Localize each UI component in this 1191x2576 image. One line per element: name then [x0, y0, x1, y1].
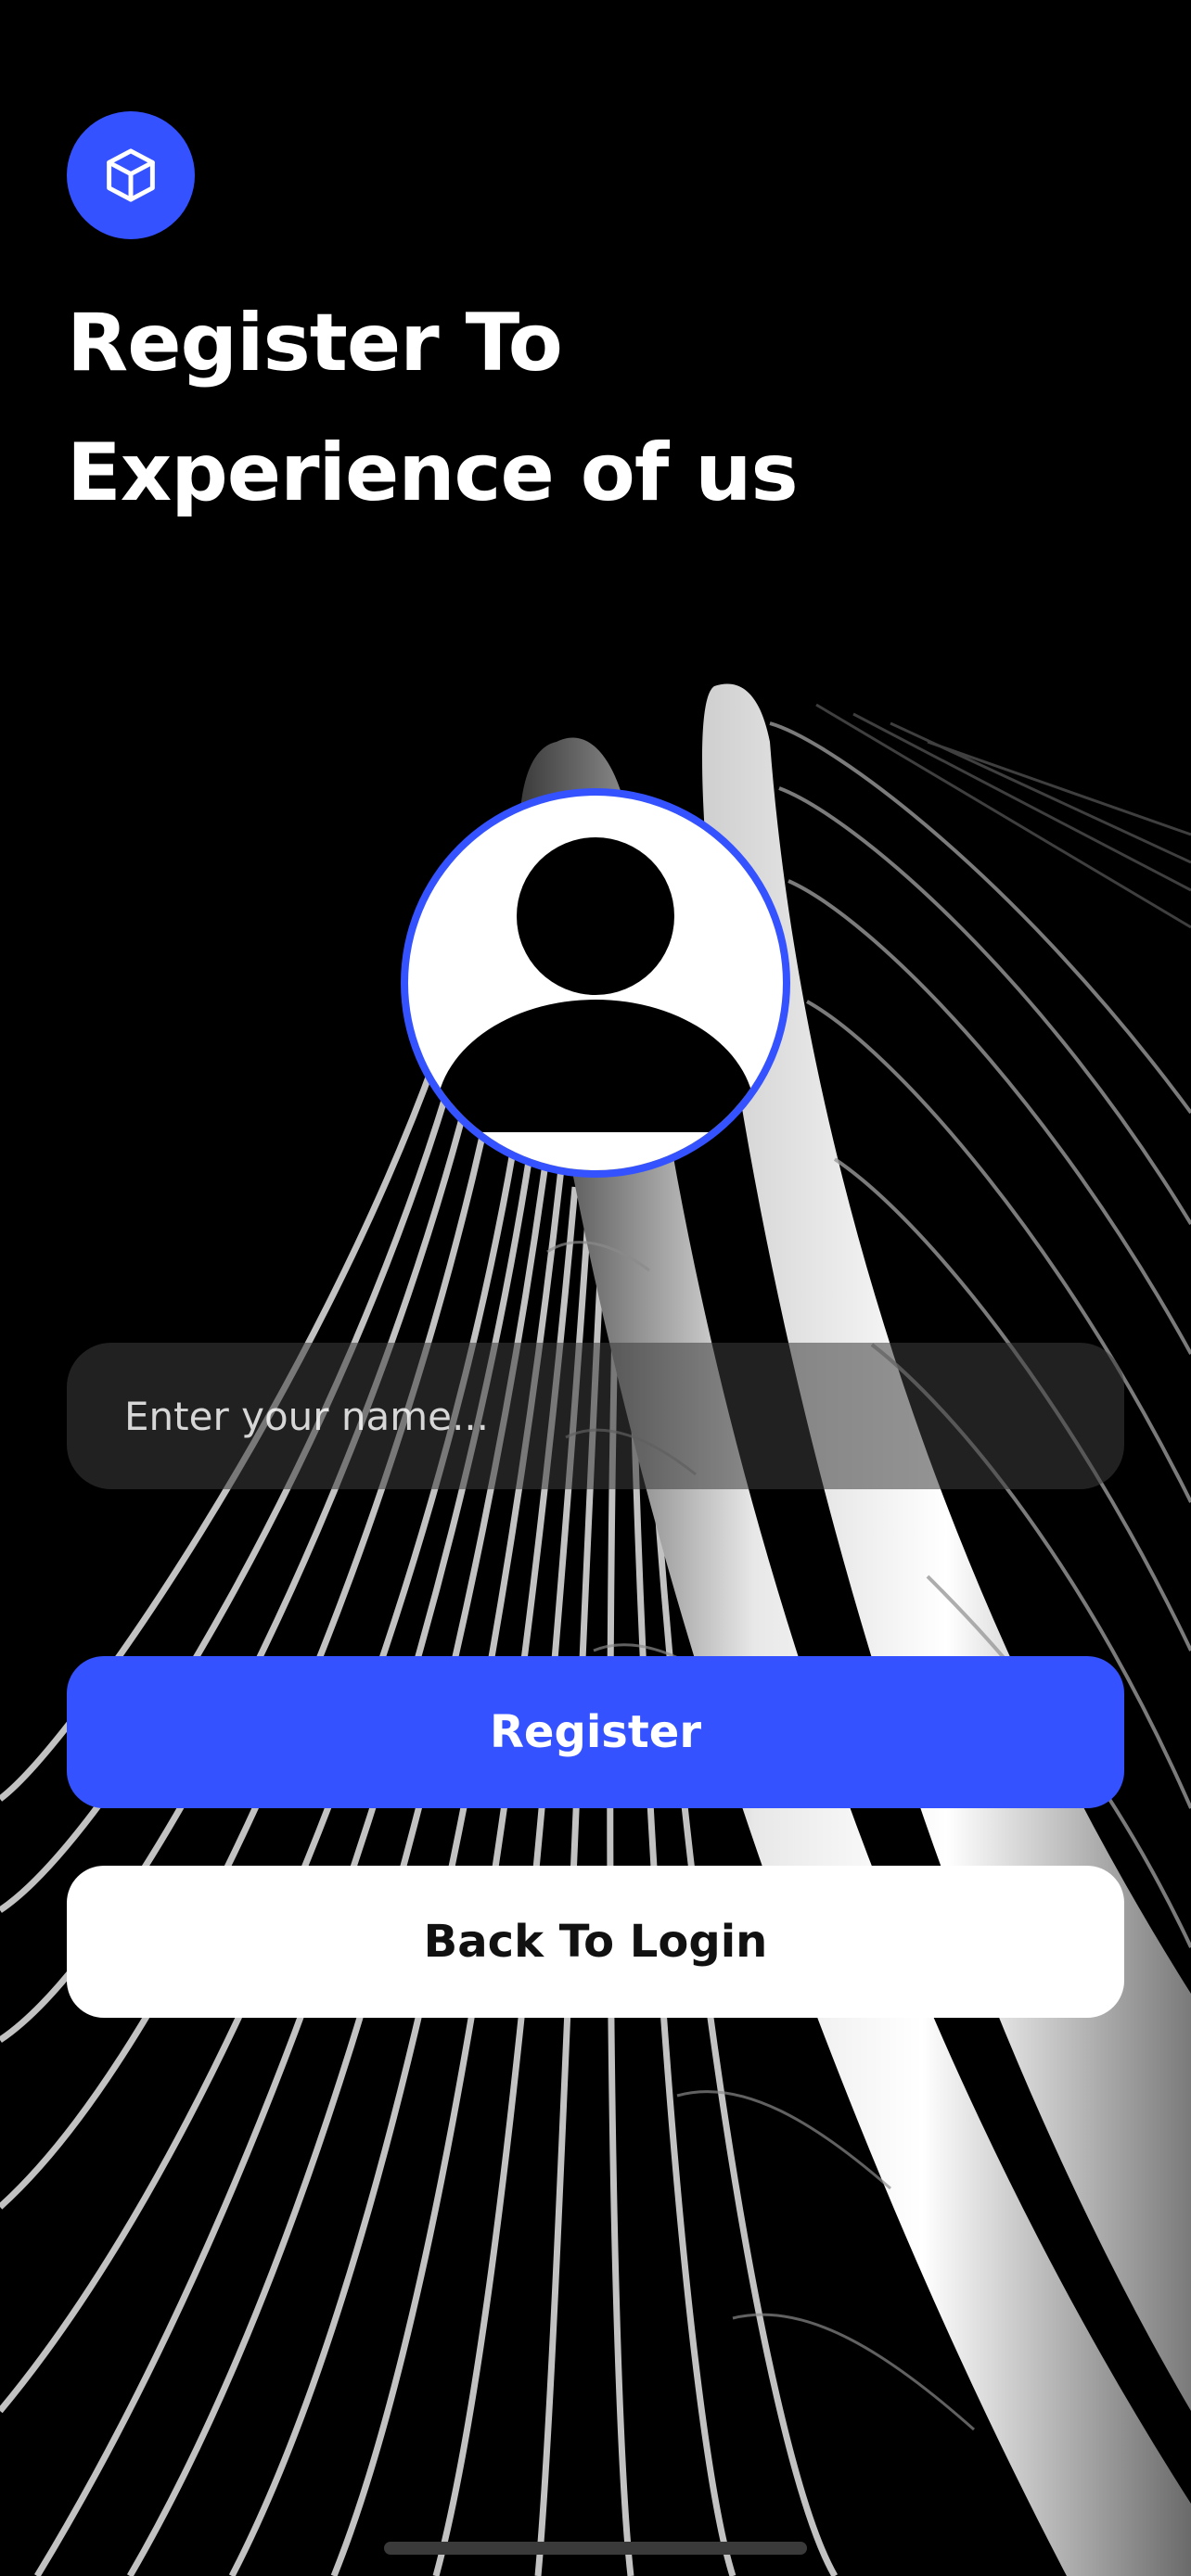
title-line-2: Experience of us [67, 427, 799, 519]
avatar-picker[interactable] [401, 788, 790, 1178]
app-logo [67, 111, 195, 239]
avatar [408, 796, 783, 1170]
title-line-1: Register To [67, 297, 563, 389]
page-title: Register To Experience of us [67, 278, 1087, 538]
cube-icon [107, 148, 155, 202]
back-to-login-button[interactable]: Back To Login [67, 1866, 1124, 2018]
register-button[interactable]: Register [67, 1656, 1124, 1808]
home-indicator[interactable] [384, 2542, 807, 2555]
name-input[interactable] [122, 1392, 1124, 1440]
user-silhouette-icon [408, 837, 783, 1170]
name-field[interactable] [67, 1343, 1124, 1489]
register-screen: Register To Experience of us Register Ba… [0, 0, 1191, 2576]
